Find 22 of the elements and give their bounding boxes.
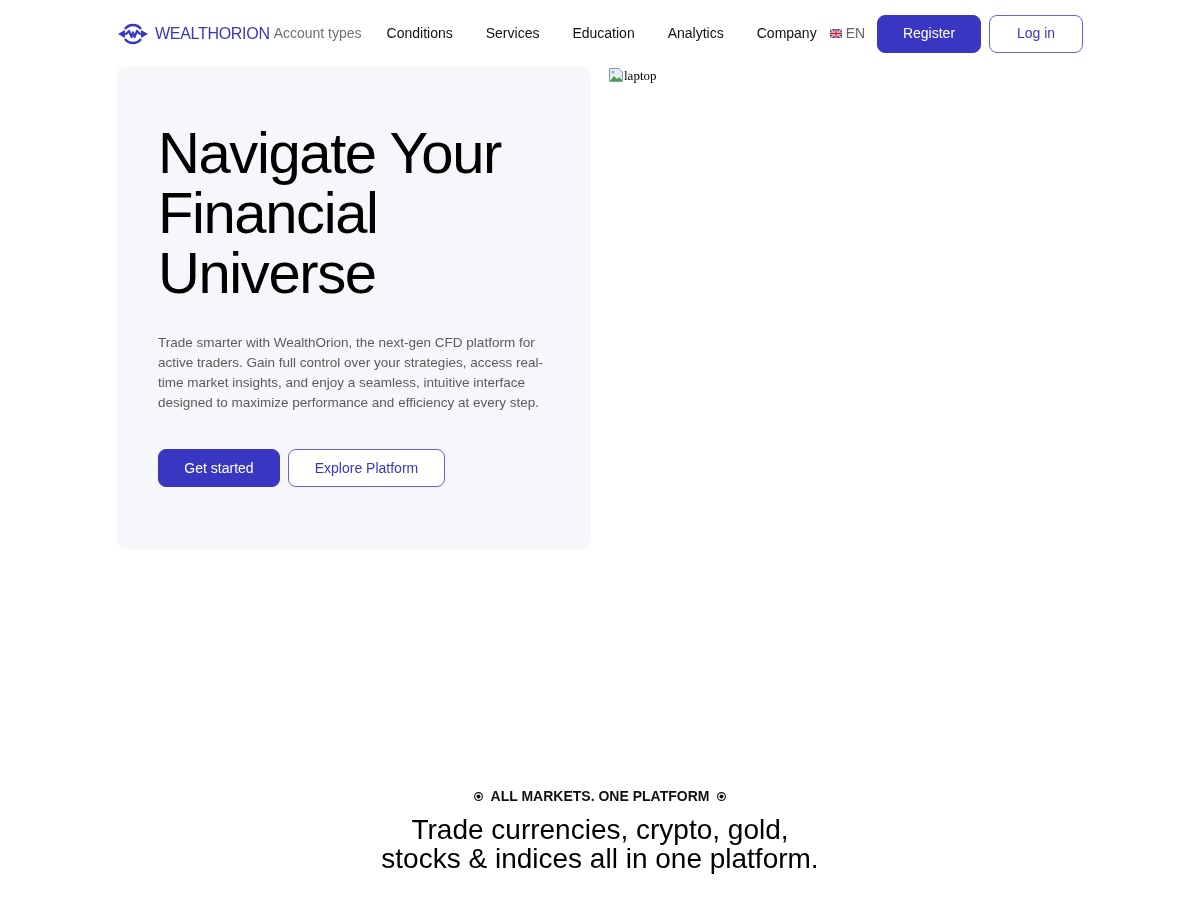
outline-button[interactable]: Explore Platform <box>288 449 445 487</box>
ring-dot-icon <box>473 792 483 801</box>
nav-link[interactable]: Account types <box>273 23 362 44</box>
nav-link[interactable]: Company <box>756 23 817 44</box>
primary-button[interactable]: Register <box>877 14 981 53</box>
hero-heading: Navigate Your Financial Universe <box>158 123 503 303</box>
nav-link[interactable]: Education <box>572 23 635 44</box>
logo-text[interactable]: WEALTHORION <box>155 21 270 46</box>
logo-icon <box>117 22 149 45</box>
uk-flag-icon <box>829 29 842 38</box>
nav-link[interactable]: Analytics <box>667 23 724 44</box>
outline-button[interactable]: Log in <box>989 14 1083 53</box>
nav-link[interactable]: Services <box>485 23 540 44</box>
ring-dot-icon <box>717 792 727 801</box>
image-alt-text: laptop <box>624 68 657 83</box>
nav-link[interactable]: Conditions <box>386 23 453 44</box>
primary-button[interactable]: Get started <box>158 449 280 487</box>
language-code[interactable]: EN <box>845 23 866 44</box>
section-heading: Trade currencies, crypto, gold, stocks & indices all in one platform. <box>380 815 820 873</box>
section-eyebrow: ALL MARKETS. ONE PLATFORM <box>490 787 710 806</box>
hero-description: Trade smarter with WealthOrion, the next-gen CFD platform for active traders. Gain full control over your strategies, access real-time market insights, and enjoy a seamless, intuitive interface designed to maximize performance and efficiency at every step. <box>158 334 544 412</box>
broken-image-icon <box>608 67 624 83</box>
